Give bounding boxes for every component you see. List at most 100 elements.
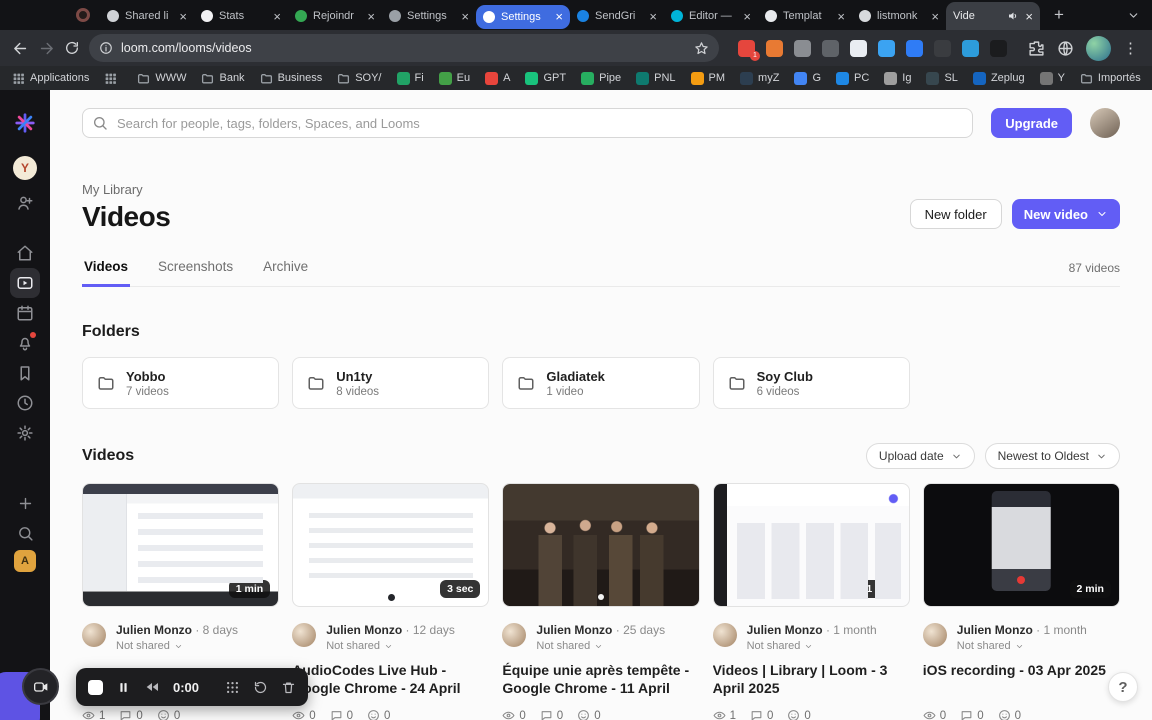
author-name[interactable]: Julien Monzo: [536, 623, 612, 637]
restart-recording-button[interactable]: [253, 680, 268, 695]
library-tab[interactable]: Archive: [261, 259, 310, 287]
tab-close-icon[interactable]: ×: [179, 10, 187, 23]
author-avatar[interactable]: [292, 623, 317, 647]
browser-tab[interactable]: Editor — ×: [664, 2, 758, 30]
bookmark-item[interactable]: Fi: [396, 71, 424, 85]
help-button[interactable]: ?: [1108, 672, 1138, 702]
pause-recording-button[interactable]: [116, 680, 131, 695]
bookmark-item[interactable]: myZ: [740, 71, 779, 85]
share-status-dropdown[interactable]: Not shared: [747, 640, 877, 652]
video-title[interactable]: iOS recording - 03 Apr 2025: [923, 661, 1120, 697]
extension-icon[interactable]: [934, 39, 951, 57]
bookmark-item[interactable]: Zeplug: [972, 71, 1025, 85]
bookmark-item[interactable]: PC: [836, 71, 869, 85]
loom-logo[interactable]: [10, 108, 40, 138]
sidebar-add-icon[interactable]: [10, 488, 40, 518]
share-status-dropdown[interactable]: Not shared: [326, 640, 455, 652]
extension-icon[interactable]: [766, 39, 783, 57]
library-tab[interactable]: Videos: [82, 259, 131, 287]
video-thumbnail[interactable]: 2 min: [922, 483, 1120, 607]
video-thumbnail[interactable]: 1 min: [82, 483, 280, 607]
sort-field-dropdown[interactable]: Upload date: [865, 443, 975, 469]
delete-recording-button[interactable]: [281, 680, 296, 695]
bookmark-item[interactable]: WWW: [137, 72, 186, 85]
new-folder-button[interactable]: New folder: [909, 199, 1002, 229]
rewind-button[interactable]: [144, 679, 160, 695]
bookmark-item[interactable]: SL: [926, 71, 958, 85]
library-tab[interactable]: Screenshots: [156, 259, 235, 287]
sidebar-item-library[interactable]: [10, 268, 40, 298]
stop-recording-button[interactable]: [88, 679, 103, 695]
video-thumbnail[interactable]: 1 min: [712, 483, 910, 607]
folder-card[interactable]: Un1ty 8 videos: [292, 357, 490, 409]
workspace-avatar[interactable]: Y: [13, 156, 37, 180]
video-title[interactable]: Videos | Library | Loom - 3 April 2025: [713, 661, 910, 697]
sidebar-item-settings[interactable]: [10, 418, 40, 448]
extension-icon[interactable]: [962, 39, 979, 57]
bookmark-star-icon[interactable]: [694, 41, 709, 56]
extension-icon[interactable]: [906, 39, 923, 57]
tab-close-icon[interactable]: ×: [1025, 10, 1033, 23]
folder-card[interactable]: Yobbo 7 videos: [82, 357, 280, 409]
share-status-dropdown[interactable]: Not shared: [536, 640, 665, 652]
browser-tab[interactable]: Shared li ×: [100, 2, 194, 30]
invite-teammates-icon[interactable]: [10, 188, 40, 218]
camera-bubble[interactable]: [22, 668, 59, 705]
tab-close-icon[interactable]: ×: [837, 10, 845, 23]
site-info-icon[interactable]: [99, 41, 113, 55]
author-avatar[interactable]: [82, 623, 106, 647]
video-card[interactable]: 1 min Julien Monzo · 1 month Not shared: [712, 483, 910, 720]
upgrade-button[interactable]: Upgrade: [991, 108, 1072, 138]
browser-tab[interactable]: Rejoindr ×: [288, 2, 382, 30]
sort-order-dropdown[interactable]: Newest to Oldest: [984, 443, 1120, 469]
video-card[interactable]: 3 sec Julien Monzo · 12 days Not shared: [292, 483, 490, 720]
bookmark-item[interactable]: Importés: [1080, 72, 1141, 85]
browser-tab[interactable]: Stats ×: [194, 2, 288, 30]
share-status-dropdown[interactable]: Not shared: [116, 640, 238, 652]
bookmark-item[interactable]: G: [794, 71, 821, 85]
tab-close-icon[interactable]: ×: [461, 10, 469, 23]
sidebar-item-meetings[interactable]: [10, 298, 40, 328]
tab-close-icon[interactable]: ×: [931, 10, 939, 23]
folder-card[interactable]: Gladiatek 1 video: [502, 357, 700, 409]
search-input[interactable]: [82, 108, 974, 138]
author-name[interactable]: Julien Monzo: [747, 623, 823, 637]
video-title[interactable]: Équipe unie après tempête - Google Chrom…: [502, 661, 699, 697]
bookmark-item[interactable]: [104, 72, 122, 85]
user-avatar[interactable]: [1090, 108, 1120, 138]
share-status-dropdown[interactable]: Not shared: [957, 640, 1087, 652]
browser-tab[interactable]: Settings ×: [382, 2, 476, 30]
bookmark-item[interactable]: Pipe: [581, 71, 621, 85]
tab-close-icon[interactable]: ×: [743, 10, 751, 23]
sidebar-item-home[interactable]: [10, 238, 40, 268]
url-text[interactable]: loom.com/looms/videos: [121, 41, 686, 55]
tab-close-icon[interactable]: ×: [649, 10, 657, 23]
bookmark-item[interactable]: Ig: [884, 71, 911, 85]
sidebar-item-bookmarks[interactable]: [10, 358, 40, 388]
tab-list-chevron-icon[interactable]: [1127, 9, 1140, 22]
tab-close-icon[interactable]: ×: [273, 10, 281, 23]
extension-icon[interactable]: [878, 39, 895, 57]
browser-menu-icon[interactable]: ⋮: [1123, 39, 1138, 57]
author-name[interactable]: Julien Monzo: [116, 623, 192, 637]
sidebar-bottom-workspace-avatar[interactable]: A: [14, 550, 36, 572]
extension-icon[interactable]: [990, 39, 1007, 57]
bookmark-item[interactable]: A: [485, 71, 510, 85]
bookmark-item[interactable]: PNL: [636, 71, 676, 85]
sidebar-item-notifications[interactable]: [10, 328, 40, 358]
sidebar-item-history[interactable]: [10, 388, 40, 418]
video-thumbnail[interactable]: 3 sec: [292, 483, 490, 607]
browser-profile-avatar[interactable]: [1086, 35, 1111, 61]
bookmark-item[interactable]: GPT: [525, 71, 566, 85]
bookmark-item[interactable]: Applications: [12, 72, 89, 85]
bookmark-item[interactable]: Bank: [201, 72, 245, 85]
pinned-tab-record-icon[interactable]: [76, 8, 90, 22]
bookmark-item[interactable]: PM: [690, 71, 725, 85]
reload-button[interactable]: [64, 40, 80, 56]
bookmark-item[interactable]: Y: [1039, 71, 1065, 85]
tab-close-icon[interactable]: ×: [367, 10, 375, 23]
browser-tab[interactable]: Vide ×: [946, 2, 1040, 30]
video-thumbnail[interactable]: [502, 483, 700, 607]
video-card[interactable]: Julien Monzo · 25 days Not shared Équipe…: [502, 483, 700, 720]
browser-tab[interactable]: Settings ×: [476, 4, 570, 29]
